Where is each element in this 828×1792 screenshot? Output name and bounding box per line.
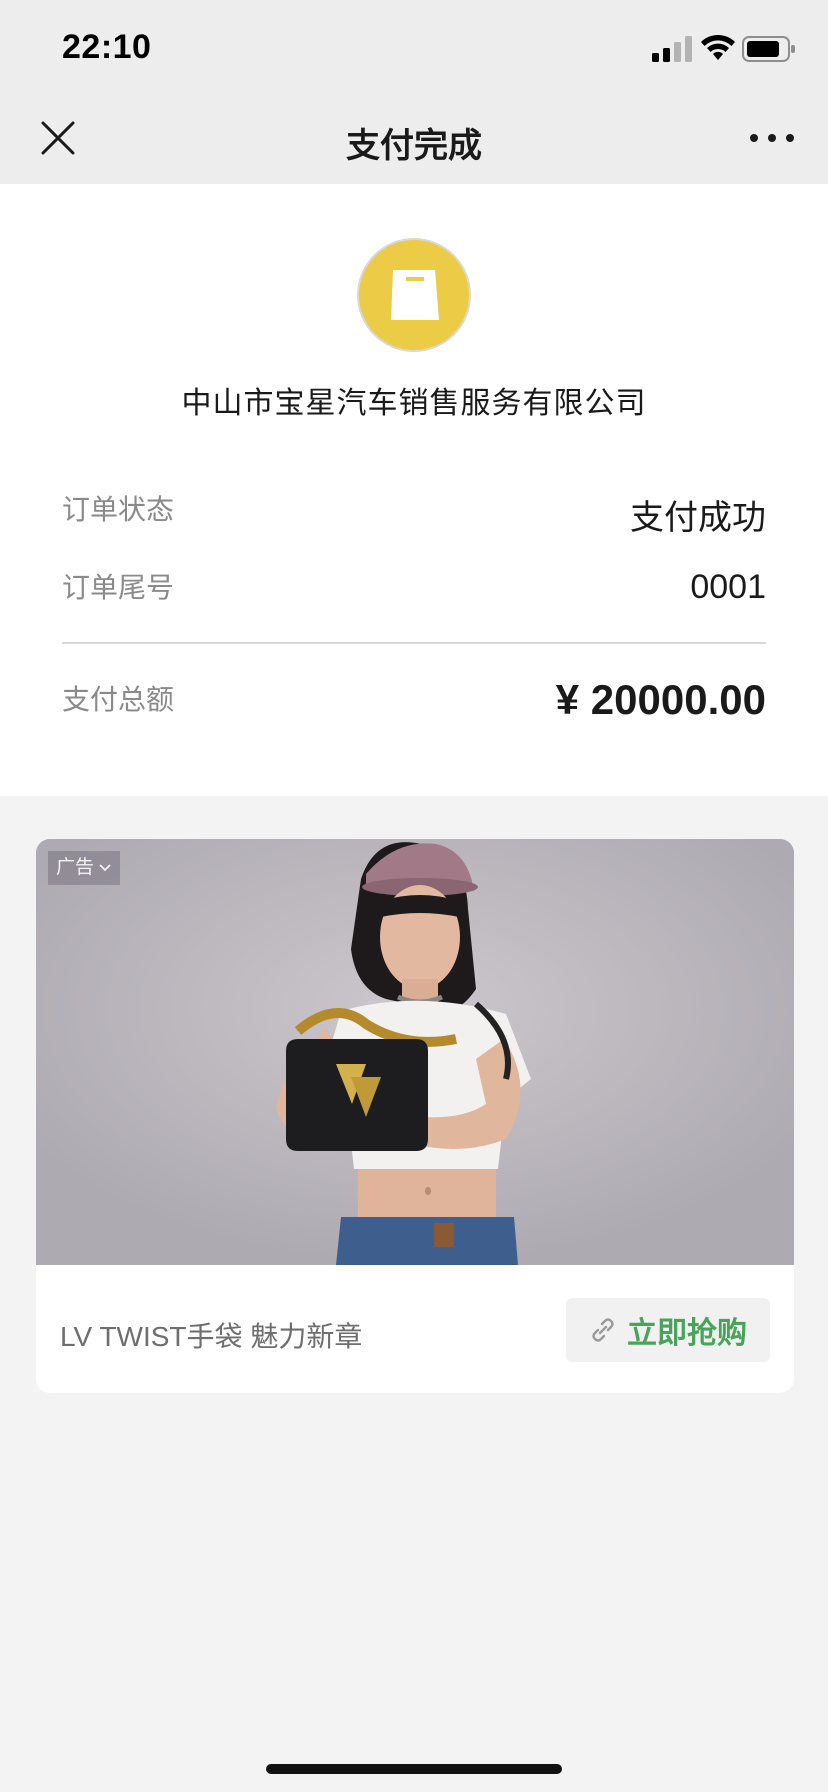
ad-badge-label: 广告 [56,857,95,878]
merchant-logo [357,238,471,352]
order-status-value: 支付成功 [630,499,766,537]
order-status-label: 订单状态 [62,494,175,525]
model-with-handbag-illustration [36,839,794,1265]
battery-icon [742,36,795,62]
status-bar: 22:10 [0,0,828,92]
shopping-bag-icon [391,270,439,320]
order-tail-value: 0001 [690,568,766,606]
total-amount-label: 支付总额 [62,684,175,715]
chevron-down-icon [99,864,111,872]
order-tail-label: 订单尾号 [62,572,175,603]
page-title: 支付完成 [346,127,482,165]
more-options-icon[interactable] [748,128,796,148]
ad-caption: LV TWIST手袋 魅力新章 [60,1321,363,1352]
link-icon [592,1318,614,1342]
ad-card[interactable]: 广告 LV TWIST手袋 魅力新章 立即抢购 [36,839,794,1393]
total-amount-value: ¥ 20000.00 [555,676,766,723]
wifi-icon [701,34,735,60]
status-time: 22:10 [62,28,152,66]
buy-now-button[interactable]: 立即抢购 [566,1298,770,1362]
nav-bar: 支付完成 [0,92,828,184]
cellular-signal-icon [652,36,692,62]
payment-summary-panel: 中山市宝星汽车销售服务有限公司 订单状态 支付成功 订单尾号 0001 支付总额… [0,184,828,796]
divider [62,642,766,644]
ad-badge[interactable]: 广告 [48,851,121,885]
home-indicator[interactable] [266,1764,562,1774]
payment-complete-screen: 22:10 支付完成 中山市宝星汽车销售服务有限公司 订单状态 支付成功 订单尾… [0,0,828,1792]
buy-now-button-label: 立即抢购 [627,1317,747,1350]
merchant-name: 中山市宝星汽车销售服务有限公司 [181,387,647,420]
ad-image[interactable]: 广告 [36,839,794,1265]
